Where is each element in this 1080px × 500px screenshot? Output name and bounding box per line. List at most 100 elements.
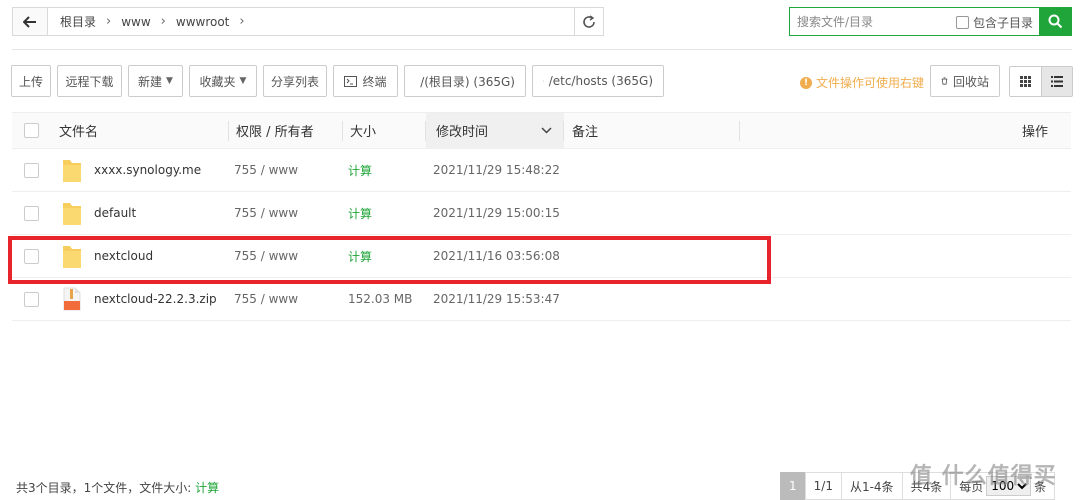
row-checkbox[interactable] [24, 248, 39, 264]
file-perm[interactable]: 755 / www [234, 149, 298, 191]
per-page-label: 每页 [959, 479, 984, 494]
terminal-icon [344, 75, 358, 87]
table-row[interactable]: nextcloud-22.2.3.zip 755 / www 152.03 MB… [12, 278, 1071, 321]
col-size-label: 大小 [350, 125, 377, 140]
per-page-unit: 条 [1034, 479, 1047, 494]
row-checkbox[interactable] [24, 291, 39, 307]
chevron-right-icon: › [106, 14, 112, 29]
table-row[interactable]: default 755 / www 计算 2021/11/29 15:00:15 [12, 192, 1071, 235]
table-header: 文件名 权限 / 所有者 大小 修改时间 备注 操作 [12, 112, 1071, 149]
page-current[interactable]: 1 [780, 472, 805, 500]
terminal-button[interactable]: 终端 [333, 65, 398, 97]
select-all-cell [24, 113, 39, 148]
col-note-label: 备注 [572, 125, 599, 140]
upload-button[interactable]: 上传 [11, 65, 51, 97]
col-perm-label: 权限 / 所有者 [236, 125, 314, 140]
file-mtime: 2021/11/29 15:48:22 [433, 163, 560, 177]
breadcrumb-root[interactable]: 根目录 [54, 13, 102, 30]
folder-icon [62, 235, 82, 277]
breadcrumb: 根目录 › www › wwwroot › [48, 13, 574, 30]
col-name[interactable]: 文件名 [59, 113, 229, 148]
per-page: 每页 100 条 [950, 472, 1056, 500]
trash-icon [941, 77, 948, 85]
chevron-right-icon: › [160, 14, 166, 29]
per-page-select[interactable]: 100 [986, 476, 1032, 496]
grid-view-button[interactable] [1010, 67, 1041, 96]
top-divider [12, 49, 1072, 50]
col-ops-label: 操作 [1022, 125, 1049, 140]
tip-text: 文件操作可使用右键 [816, 76, 925, 90]
table-row[interactable]: xxxx.synology.me 755 / www 计算 2021/11/29… [12, 149, 1071, 192]
arrow-left-icon [23, 15, 36, 28]
share-list-button[interactable]: 分享列表 [263, 65, 327, 97]
file-name[interactable]: nextcloud [94, 235, 153, 277]
row-select [24, 149, 39, 191]
table-row[interactable]: nextcloud 755 / www 计算 2021/11/16 03:56:… [12, 235, 1071, 278]
file-size-calc[interactable]: 计算 [348, 192, 372, 234]
breadcrumb-www[interactable]: www [115, 15, 156, 29]
file-name[interactable]: default [94, 192, 136, 234]
col-name-label: 文件名 [59, 125, 99, 140]
file-name[interactable]: xxxx.synology.me [94, 149, 201, 191]
refresh-icon [583, 14, 595, 28]
page-range: 从1-4条 [840, 472, 902, 500]
select-all-checkbox[interactable] [24, 123, 39, 138]
search-icon [1048, 14, 1063, 29]
upload-label: 上传 [19, 74, 44, 89]
include-subdir-checkbox[interactable] [955, 16, 969, 29]
breadcrumb-wwwroot[interactable]: wwwroot [170, 15, 236, 29]
file-mtime: 2021/11/16 03:56:08 [433, 249, 560, 263]
new-button[interactable]: 新建 ▼ [128, 65, 183, 97]
chevron-down-icon: ▼ [239, 76, 247, 86]
chevron-down-icon [541, 127, 552, 134]
disk-icon [543, 80, 544, 82]
remote-download-label: 远程下载 [65, 74, 114, 89]
file-table: 文件名 权限 / 所有者 大小 修改时间 备注 操作 xxxx.synology… [12, 112, 1071, 321]
share-list-label: 分享列表 [271, 74, 320, 89]
terminal-label: 终端 [362, 74, 387, 89]
new-label: 新建 [138, 74, 163, 89]
recycle-bin-label: 回收站 [952, 74, 989, 89]
file-mtime: 2021/11/29 15:00:15 [433, 206, 560, 220]
folder-icon [62, 192, 82, 234]
file-size-calc[interactable]: 计算 [348, 149, 372, 191]
list-icon [1051, 76, 1063, 87]
row-select [24, 192, 39, 234]
search-input[interactable] [797, 14, 947, 29]
total-size-calc[interactable]: 计算 [195, 481, 219, 495]
disk-root-button[interactable]: /(根目录) (365G) [404, 65, 526, 97]
refresh-button[interactable] [574, 8, 603, 35]
view-toggle [1009, 66, 1073, 97]
file-size: 152.03 MB [348, 292, 413, 306]
row-select [24, 278, 39, 320]
disk-hosts-button[interactable]: /etc/hosts (365G) [532, 65, 664, 97]
col-perm[interactable]: 权限 / 所有者 [236, 113, 343, 148]
folder-icon [62, 149, 82, 191]
back-button[interactable] [13, 8, 48, 35]
file-perm[interactable]: 755 / www [234, 278, 298, 320]
file-size-calc[interactable]: 计算 [348, 235, 372, 277]
favorites-button[interactable]: 收藏夹 ▼ [189, 65, 257, 97]
chevron-right-icon: › [239, 14, 245, 29]
disk-hosts-label: /etc/hosts (365G) [548, 74, 653, 88]
col-size[interactable]: 大小 [350, 113, 426, 148]
pagination: 1 1/1 从1-4条 共4条 每页 100 条 [780, 472, 1056, 500]
file-name[interactable]: nextcloud-22.2.3.zip [94, 278, 217, 320]
include-subdir-label: 包含子目录 [972, 16, 1033, 30]
list-view-button[interactable] [1041, 67, 1072, 96]
search-button[interactable] [1039, 7, 1072, 36]
col-mtime[interactable]: 修改时间 [426, 113, 564, 148]
file-perm[interactable]: 755 / www [234, 192, 298, 234]
row-checkbox[interactable] [24, 162, 39, 178]
search-bar: 包含子目录 [789, 7, 1072, 36]
row-checkbox[interactable] [24, 205, 39, 221]
include-subdir-toggle[interactable]: 包含子目录 [955, 14, 1033, 31]
recycle-bin-button[interactable]: 回收站 [930, 65, 1000, 97]
file-perm[interactable]: 755 / www [234, 235, 298, 277]
col-mtime-label: 修改时间 [436, 125, 489, 140]
col-note[interactable]: 备注 [572, 113, 740, 148]
favorites-label: 收藏夹 [199, 74, 236, 89]
right-click-tip: ! 文件操作可使用右键 [800, 74, 924, 91]
path-bar: 根目录 › www › wwwroot › [12, 7, 604, 36]
remote-download-button[interactable]: 远程下载 [57, 65, 122, 97]
